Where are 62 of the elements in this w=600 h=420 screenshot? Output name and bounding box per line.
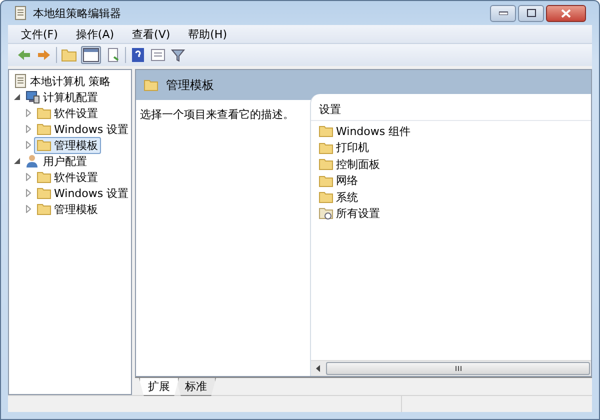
forward-icon[interactable]	[36, 47, 52, 63]
folder-icon	[319, 191, 333, 204]
menu-item[interactable]: 文件(F)	[12, 26, 67, 42]
minimize-icon	[498, 11, 508, 15]
list-item[interactable]: Windows 组件	[311, 123, 591, 140]
folder-icon[interactable]	[61, 47, 77, 63]
scrollbar-thumb[interactable]	[326, 362, 590, 375]
tree-item[interactable]: 本地计算机 策略	[11, 72, 114, 90]
folder-icon	[144, 79, 158, 91]
expanded-arrow-icon[interactable]	[14, 94, 20, 100]
document-icon	[14, 74, 27, 88]
folder-icon	[37, 203, 51, 215]
list-icon[interactable]	[150, 47, 166, 63]
panel-toggle-button[interactable]	[81, 46, 101, 64]
document-icon[interactable]	[105, 47, 121, 63]
settings-icon	[319, 207, 333, 220]
list-item[interactable]: 控制面板	[311, 156, 591, 172]
view-tab[interactable]: 标准	[176, 378, 216, 396]
folder-icon	[319, 125, 333, 138]
tree-item[interactable]: Windows 设置	[34, 184, 131, 202]
column-header[interactable]: 设置	[311, 98, 591, 121]
tree-item[interactable]: 软件设置	[34, 168, 101, 186]
details-title: 管理模板	[166, 76, 214, 94]
close-icon	[561, 8, 571, 18]
folder-icon	[319, 142, 333, 154]
view-tab[interactable]: 扩展	[139, 378, 179, 396]
horizontal-scrollbar[interactable]	[311, 360, 591, 376]
maximize-button[interactable]	[518, 4, 544, 22]
window-title: 本地组策略编辑器	[33, 6, 121, 20]
scroll-left-icon[interactable]	[316, 365, 320, 372]
tree-item[interactable]: 管理模板	[34, 136, 101, 154]
list-item[interactable]: 打印机	[311, 140, 591, 156]
panel-icon	[83, 48, 99, 62]
folder-icon	[37, 171, 51, 183]
tree-item[interactable]: 计算机配置	[22, 88, 101, 106]
back-icon[interactable]	[16, 47, 32, 63]
folder-icon	[319, 158, 333, 170]
menu-item[interactable]: 查看(V)	[123, 26, 180, 42]
maximize-icon	[526, 9, 536, 17]
list-item[interactable]: 所有设置	[311, 206, 591, 222]
list-item[interactable]: 系统	[311, 189, 591, 206]
expanded-arrow-icon[interactable]	[14, 158, 20, 164]
grip-icon	[454, 366, 462, 371]
folder-icon	[37, 187, 51, 199]
description-text: 选择一个项目来查看它的描述。	[139, 107, 295, 123]
folder-icon	[37, 139, 51, 151]
menu-item[interactable]: 操作(A)	[66, 26, 124, 42]
tree-item[interactable]: Windows 设置	[34, 120, 131, 138]
close-button[interactable]	[546, 4, 586, 22]
computer-icon	[25, 90, 40, 104]
folder-icon	[319, 174, 333, 187]
tree-item[interactable]: 用户配置	[22, 152, 90, 170]
folder-icon	[37, 107, 51, 119]
help-icon[interactable]	[130, 47, 146, 63]
document-icon	[14, 6, 27, 20]
filter-icon[interactable]	[170, 47, 186, 63]
list-item[interactable]: 网络	[311, 172, 591, 189]
tree-item[interactable]: 管理模板	[34, 200, 101, 218]
user-icon	[25, 154, 40, 168]
minimize-button[interactable]	[490, 4, 516, 22]
tree-item[interactable]: 软件设置	[34, 104, 101, 122]
menu-item[interactable]: 帮助(H)	[179, 26, 236, 42]
